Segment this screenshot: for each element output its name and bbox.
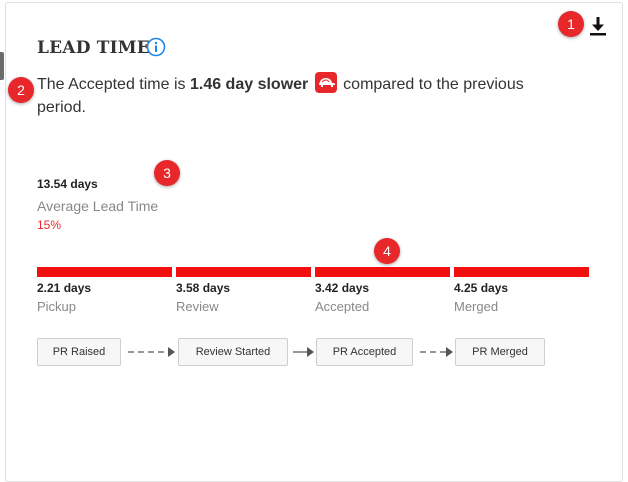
- stage-accepted[interactable]: 3.42 days Accepted: [315, 267, 450, 314]
- stage-bar: [176, 267, 311, 277]
- info-icon[interactable]: [146, 37, 166, 57]
- stage-name: Merged: [454, 299, 499, 314]
- annotation-marker: 1: [558, 11, 584, 37]
- stage-days: 2.21 days: [37, 281, 92, 295]
- average-lead-time-value: 13.54 days: [37, 177, 98, 191]
- download-icon[interactable]: [589, 16, 607, 36]
- stage-bar: [454, 267, 589, 277]
- turtle-icon: [314, 72, 337, 93]
- stage-name: Pickup: [37, 299, 77, 314]
- stage-days: 3.58 days: [176, 281, 231, 295]
- average-lead-time-change: 15%: [37, 218, 62, 232]
- dashed-arrow-icon: [420, 347, 453, 357]
- arrow-icon: [293, 347, 314, 357]
- stage-merged[interactable]: 4.25 days Merged: [454, 267, 589, 314]
- annotation-marker: 2: [8, 77, 34, 103]
- flow-step-pr-merged: PR Merged: [455, 338, 545, 366]
- stage-pickup[interactable]: 2.21 days Pickup: [37, 267, 172, 314]
- flow-step-review-started: Review Started: [178, 338, 288, 366]
- stage-days: 4.25 days: [454, 281, 509, 295]
- flow-step-pr-accepted: PR Accepted: [316, 338, 413, 366]
- stage-bar: [37, 267, 172, 277]
- stage-days: 3.42 days: [315, 281, 370, 295]
- summary-emphasis: 1.46 day slower: [189, 76, 309, 93]
- side-tab-handle[interactable]: [0, 52, 4, 80]
- flow-step-pr-raised: PR Raised: [37, 338, 121, 366]
- dashed-arrow-icon: [128, 347, 175, 357]
- lead-time-summary: The Accepted time is 1.46 day slower com…: [37, 72, 577, 119]
- stage-name: Accepted: [315, 299, 370, 314]
- annotation-marker: 3: [154, 160, 180, 186]
- widget-title: LEAD TIME: [37, 38, 150, 58]
- stage-name: Review: [176, 299, 219, 314]
- stage-review[interactable]: 3.58 days Review: [176, 267, 311, 314]
- stage-bar: [315, 267, 450, 277]
- annotation-marker: 4: [374, 238, 400, 264]
- summary-prefix: The Accepted time is: [37, 76, 186, 93]
- average-lead-time-label: Average Lead Time: [37, 198, 159, 214]
